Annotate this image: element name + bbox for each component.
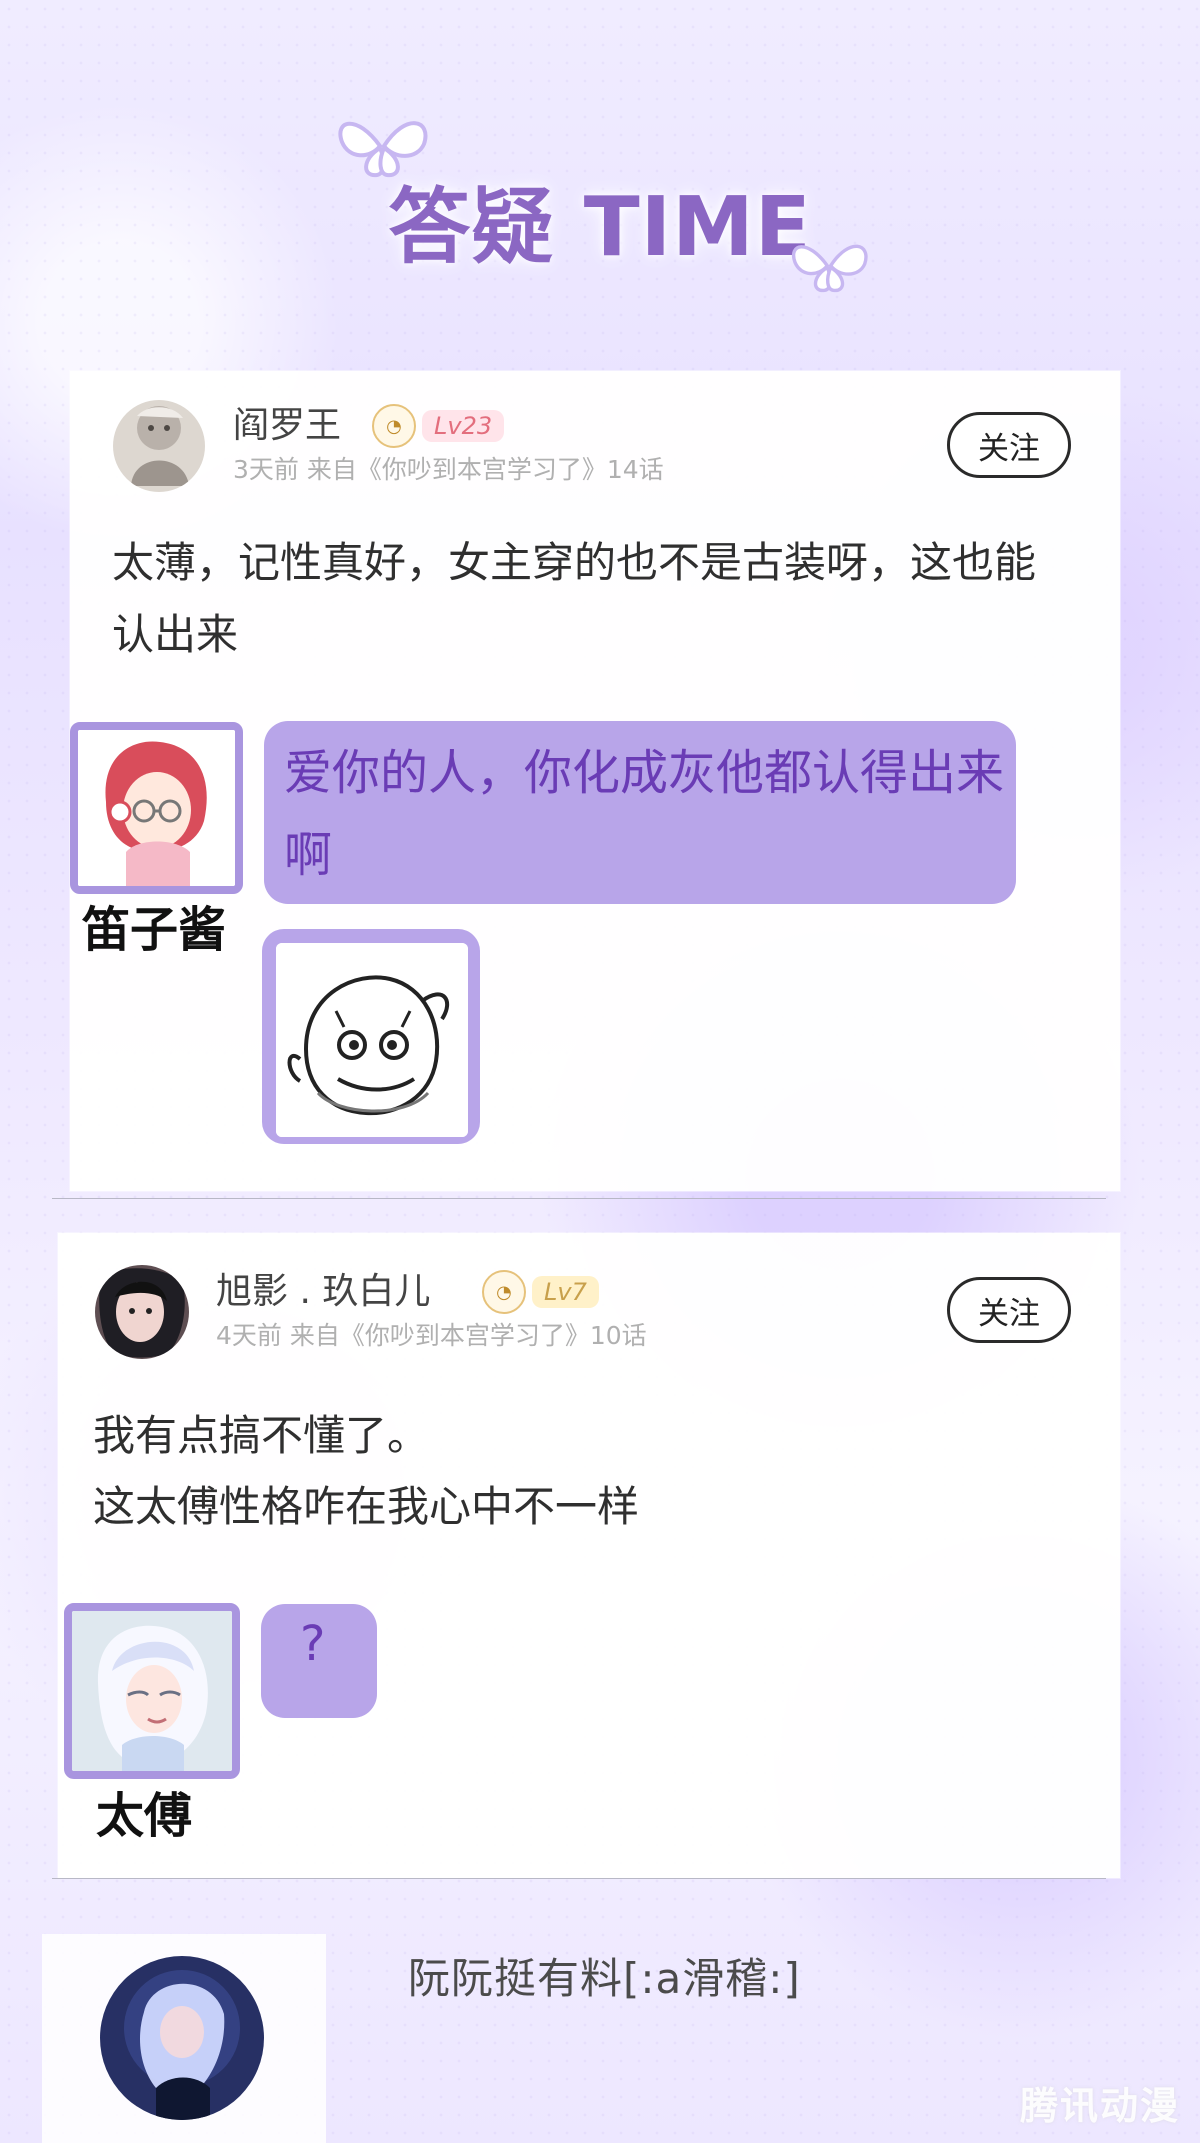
post-meta: 3天前 来自《你吵到本宫学习了》14话 — [233, 455, 664, 484]
username[interactable]: 旭影 . 玖白儿 — [216, 1274, 430, 1310]
username[interactable]: 阎罗王 — [233, 408, 341, 444]
level-badge: ◔ Lv23 — [372, 404, 505, 448]
sticker-icon — [276, 943, 468, 1137]
comment-line: 我有点搞不懂了。 — [93, 1411, 430, 1460]
level-label: Lv23 — [422, 410, 505, 442]
level-badge-icon: ◔ — [482, 1270, 526, 1314]
comment-text: 太薄，记性真好，女主穿的也不是古装呀，这也能认出来 — [112, 538, 1037, 659]
comment-line: 这太傅性格咋在我心中不一样 — [93, 1482, 640, 1531]
username[interactable]: 阮阮挺有料[:a滑稽:] — [408, 1945, 801, 2006]
post-meta: 4天前 来自《你吵到本宫学习了》10话 — [216, 1321, 647, 1350]
page-title: 答疑 TIME — [388, 180, 812, 275]
butterfly-icon — [338, 121, 428, 178]
character-name: 笛子酱 — [82, 902, 227, 958]
character-avatar — [64, 1603, 240, 1779]
page-title-wrap: 答疑 TIME — [0, 160, 1200, 279]
level-badge-icon: ◔ — [372, 404, 416, 448]
avatar[interactable] — [95, 1265, 189, 1359]
follow-button[interactable]: 关注 — [947, 412, 1071, 478]
character-avatar — [70, 722, 243, 894]
butterfly-icon — [791, 244, 868, 293]
post-divider — [52, 1198, 1106, 1199]
watermark-logo: 腾讯动漫 — [1019, 2084, 1180, 2128]
reply-text: ? — [300, 1616, 326, 1672]
reaction-sticker — [262, 929, 480, 1144]
reply-text: 爱你的人，你化成灰他都认得出来啊 — [284, 745, 1005, 883]
avatar[interactable] — [113, 400, 205, 492]
post-divider — [52, 1878, 1106, 1879]
level-label: Lv7 — [532, 1276, 599, 1308]
follow-button[interactable]: 关注 — [947, 1277, 1071, 1343]
level-badge: ◔ Lv7 — [482, 1270, 599, 1314]
avatar[interactable] — [100, 1956, 264, 2120]
character-name: 太傅 — [96, 1788, 193, 1844]
